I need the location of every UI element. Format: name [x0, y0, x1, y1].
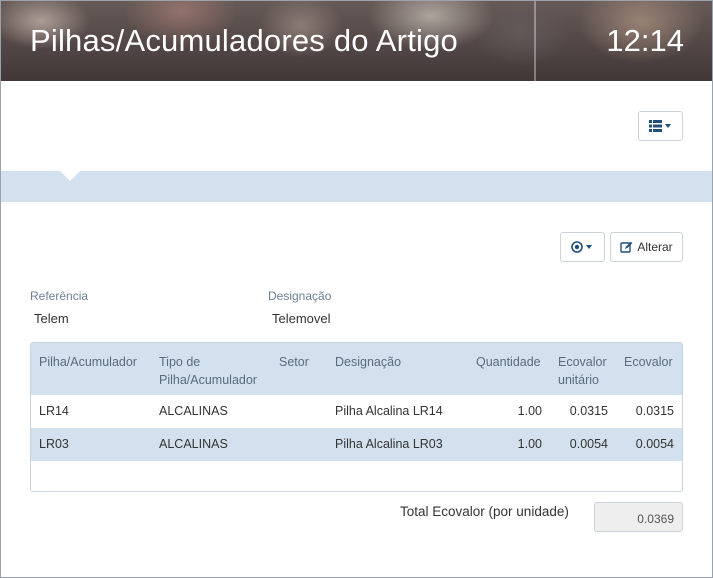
edit-button[interactable]: Alterar — [610, 232, 683, 262]
cell-quantidade: 1.00 — [517, 437, 542, 451]
cell-pilha: LR03 — [39, 437, 69, 451]
table-row[interactable]: LR14 ALCALINAS Pilha Alcalina LR14 1.00 … — [31, 395, 682, 428]
options-button[interactable] — [560, 232, 605, 262]
col-header-quantidade[interactable]: Quantidade — [476, 353, 541, 371]
col-header-pilha[interactable]: Pilha/Acumulador — [39, 353, 137, 371]
header-divider — [534, 1, 536, 81]
page-header: Pilhas/Acumuladores do Artigo 12:14 — [1, 1, 712, 81]
options-circle-icon — [570, 241, 592, 253]
edit-button-label: Alterar — [637, 240, 673, 254]
cell-designacao: Pilha Alcalina LR03 — [335, 437, 443, 451]
table-header: Pilha/Acumulador Tipo de Pilha/Acumulado… — [31, 343, 682, 395]
cell-ecovalor: 0.0315 — [635, 404, 674, 418]
clock: 12:14 — [606, 23, 684, 58]
section-band — [1, 171, 712, 202]
battery-table: Pilha/Acumulador Tipo de Pilha/Acumulado… — [30, 342, 683, 492]
total-ecovalor-field: 0.0369 — [594, 502, 683, 532]
col-header-tipo[interactable]: Tipo de Pilha/Acumulador — [159, 353, 257, 389]
cell-designacao: Pilha Alcalina LR14 — [335, 404, 443, 418]
cell-quantidade: 1.00 — [517, 404, 542, 418]
col-header-ecovalor[interactable]: Ecovalor — [624, 353, 673, 371]
col-header-ecovalor-unitario[interactable]: Ecovalor unitário — [558, 353, 607, 389]
cell-pilha: LR14 — [39, 404, 69, 418]
cell-tipo: ALCALINAS — [159, 404, 228, 418]
col-header-designacao[interactable]: Designação — [335, 353, 401, 371]
page-title: Pilhas/Acumuladores do Artigo — [30, 23, 458, 58]
list-icon — [648, 120, 671, 132]
edit-icon — [620, 241, 633, 253]
designacao-value: Telemovel — [272, 311, 331, 326]
referencia-label: Referência — [30, 289, 89, 303]
cell-ecovalor: 0.0054 — [635, 437, 674, 451]
band-notch — [60, 171, 80, 181]
col-header-setor[interactable]: Setor — [279, 353, 309, 371]
list-view-button[interactable] — [638, 111, 683, 141]
cell-ecovalor-unitario: 0.0054 — [569, 437, 608, 451]
cell-ecovalor-unitario: 0.0315 — [569, 404, 608, 418]
cell-tipo: ALCALINAS — [159, 437, 228, 451]
table-row[interactable]: LR03 ALCALINAS Pilha Alcalina LR03 1.00 … — [31, 428, 682, 461]
total-ecovalor-label: Total Ecovalor (por unidade) — [400, 504, 569, 519]
referencia-value: Telem — [34, 311, 69, 326]
designacao-label: Designação — [268, 289, 332, 303]
app-window: Pilhas/Acumuladores do Artigo 12:14 Alte — [0, 0, 713, 578]
